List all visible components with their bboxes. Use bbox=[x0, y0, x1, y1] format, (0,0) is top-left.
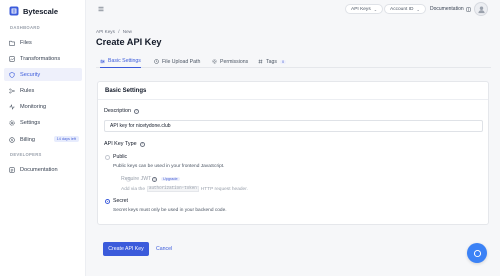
trial-badge: 14 days left bbox=[53, 136, 79, 142]
billing-icon bbox=[9, 136, 15, 143]
description-label: Description ? bbox=[104, 108, 139, 114]
tab-label: Basic Settings bbox=[108, 58, 141, 64]
sidebar-item-files[interactable]: Files bbox=[4, 36, 82, 49]
help-icon[interactable]: ? bbox=[133, 108, 139, 114]
api-keys-dropdown[interactable]: API Keys ⌄ bbox=[345, 4, 384, 14]
basic-settings-card: Basic Settings Description ? API Key Typ… bbox=[97, 81, 489, 225]
breadcrumb-current: New bbox=[122, 29, 132, 34]
gear-icon bbox=[212, 59, 217, 64]
sidebar-item-settings[interactable]: Settings bbox=[4, 116, 82, 129]
description-input[interactable] bbox=[104, 120, 483, 132]
breadcrumb-parent[interactable]: API Keys bbox=[96, 29, 115, 34]
sidebar-item-label: Documentation bbox=[20, 166, 58, 173]
brand-name: Bytescale bbox=[23, 6, 59, 16]
shield-icon bbox=[9, 71, 15, 78]
cancel-button[interactable]: Cancel bbox=[156, 246, 172, 252]
chevron-down-icon: ⌄ bbox=[373, 6, 378, 12]
sidebar-item-monitoring[interactable]: Monitoring bbox=[4, 100, 82, 113]
chat-icon bbox=[473, 249, 481, 257]
sidebar-item-documentation[interactable]: Documentation bbox=[4, 163, 82, 176]
secret-label: Secret bbox=[113, 198, 128, 204]
sidebar-item-billing[interactable]: Billing 14 days left bbox=[4, 133, 82, 146]
sidebar-item-label: Settings bbox=[20, 119, 41, 126]
tab-file-upload-path[interactable]: File Upload Path bbox=[154, 55, 200, 68]
sidebar-item-label: Billing bbox=[20, 136, 35, 143]
menu-icon[interactable] bbox=[98, 6, 104, 12]
documentation-label: Documentation bbox=[430, 6, 464, 12]
create-api-key-button[interactable]: Create API Key bbox=[103, 242, 149, 256]
api-key-type-label-text: API Key Type bbox=[104, 141, 137, 147]
tab-bar: Basic Settings File Upload Path Permissi… bbox=[96, 53, 491, 68]
card-title: Basic Settings bbox=[105, 88, 147, 94]
sidebar-item-label: Monitoring bbox=[20, 103, 47, 110]
documentation-link[interactable]: Documentation bbox=[430, 6, 471, 12]
tab-label: File Upload Path bbox=[162, 58, 201, 65]
monitoring-icon bbox=[9, 103, 15, 110]
top-bar: API Keys ⌄ Account ID ⌄ Documentation bbox=[86, 0, 500, 19]
jwt-desc-prefix: Add via the bbox=[121, 186, 146, 192]
sidebar-item-label: Rules bbox=[20, 87, 35, 94]
user-avatar[interactable] bbox=[474, 2, 488, 16]
public-label: Public bbox=[113, 154, 128, 160]
description-label-text: Description bbox=[104, 108, 131, 114]
book-icon bbox=[9, 166, 15, 173]
require-jwt-description: Add via the authorization-token HTTP req… bbox=[121, 186, 248, 192]
transformations-icon bbox=[9, 55, 15, 62]
sliders-icon bbox=[100, 59, 105, 63]
account-id-dropdown-label: Account ID bbox=[390, 6, 414, 12]
tab-label: Tags bbox=[266, 58, 277, 65]
sidebar-item-label: Transformations bbox=[20, 55, 61, 62]
account-id-dropdown[interactable]: Account ID ⌄ bbox=[384, 4, 426, 14]
book-icon bbox=[465, 6, 471, 12]
help-icon[interactable]: ? bbox=[139, 141, 145, 147]
tab-basic-settings[interactable]: Basic Settings bbox=[100, 55, 141, 68]
rules-icon bbox=[9, 88, 15, 94]
jwt-desc-suffix: HTTP request header. bbox=[200, 186, 248, 192]
tab-tags[interactable]: Tags 0 bbox=[258, 55, 287, 68]
breadcrumb-separator: / bbox=[118, 29, 120, 34]
tab-label: Permissions bbox=[220, 58, 249, 65]
jwt-desc-code: authorization-token bbox=[147, 186, 199, 192]
gear-icon bbox=[9, 119, 15, 126]
section-label-developers: DEVELOPERS bbox=[10, 152, 42, 157]
sidebar-item-transformations[interactable]: Transformations bbox=[4, 52, 82, 65]
user-icon bbox=[477, 6, 485, 13]
require-jwt-label-text: Require JWT bbox=[121, 176, 152, 182]
hash-icon bbox=[258, 59, 263, 64]
sidebar-item-label: Security bbox=[20, 71, 41, 78]
upgrade-badge[interactable]: Upgrade bbox=[161, 177, 180, 181]
sidebar: Bytescale DASHBOARD Files Transformation… bbox=[0, 0, 86, 276]
tags-count-badge: 0 bbox=[279, 59, 287, 64]
card-header: Basic Settings bbox=[98, 82, 488, 100]
bytescale-logo-icon bbox=[9, 6, 19, 16]
chevron-down-icon: ⌄ bbox=[416, 6, 420, 12]
public-description: Public keys can be used in your frontend… bbox=[113, 164, 225, 169]
page-title: Create API Key bbox=[96, 37, 162, 47]
sidebar-item-security[interactable]: Security bbox=[4, 68, 82, 81]
secret-radio[interactable] bbox=[105, 199, 110, 204]
path-icon bbox=[154, 59, 159, 64]
sidebar-item-rules[interactable]: Rules bbox=[4, 84, 82, 97]
tab-permissions[interactable]: Permissions bbox=[212, 55, 248, 68]
breadcrumb: API Keys / New bbox=[96, 29, 132, 34]
public-radio[interactable] bbox=[105, 155, 110, 160]
api-key-type-label: API Key Type ? bbox=[104, 141, 145, 147]
help-icon[interactable]: ? bbox=[152, 177, 157, 182]
chat-support-button[interactable] bbox=[467, 243, 487, 263]
section-label-dashboard: DASHBOARD bbox=[10, 25, 40, 30]
api-keys-dropdown-label: API Keys bbox=[351, 6, 371, 12]
secret-description: Secret keys must only be used in your ba… bbox=[113, 208, 227, 213]
sidebar-item-label: Files bbox=[20, 39, 32, 46]
folder-icon bbox=[9, 40, 15, 46]
brand[interactable]: Bytescale bbox=[9, 6, 58, 16]
